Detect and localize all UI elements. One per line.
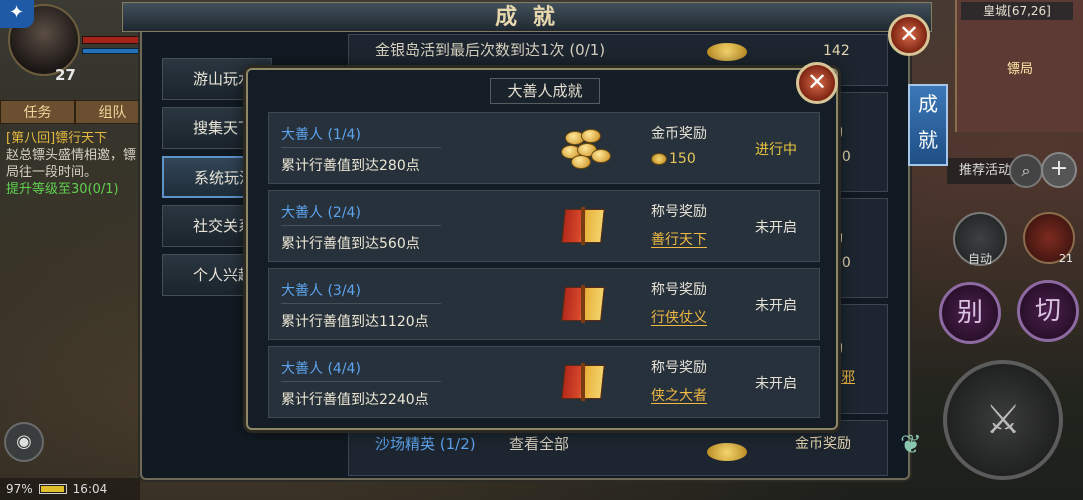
achievement-row[interactable]: 大善人 (1/4) 累计行善值到达280点 金币奖励 150 进行中 bbox=[268, 112, 820, 184]
row-divider bbox=[281, 147, 441, 148]
tab-achievement[interactable]: 成就 bbox=[908, 84, 948, 166]
coin-icon bbox=[651, 153, 667, 165]
row-divider bbox=[281, 225, 441, 226]
achievement-row[interactable]: 大善人 (2/4) 累计行善值到达560点 称号奖励 善行天下 未开启 bbox=[268, 190, 820, 262]
list-item-text: 沙场精英 (1/2) bbox=[375, 435, 476, 453]
map-location: 皇城[67,26] bbox=[961, 2, 1073, 20]
tab-team[interactable]: 组队 bbox=[75, 100, 150, 124]
mini-map[interactable]: 皇城[67,26] 镖局 bbox=[955, 0, 1083, 132]
reward-title-link[interactable]: 行侠仗义 bbox=[651, 307, 707, 327]
battery-icon bbox=[38, 484, 67, 494]
status-badge: 进行中 bbox=[755, 142, 797, 158]
plant-decoration-icon: ❦ bbox=[900, 430, 922, 460]
title-scroll-icon bbox=[559, 205, 609, 247]
achievement-name: 大善人 (2/4) bbox=[281, 205, 361, 221]
expand-plus-icon[interactable]: + bbox=[1041, 152, 1077, 188]
title-scroll-icon bbox=[559, 283, 609, 325]
achievement-row[interactable]: 大善人 (4/4) 累计行善值到达2240点 称号奖励 侠之大者 未开启 bbox=[268, 346, 820, 418]
hp-bar bbox=[82, 36, 146, 44]
status-badge: 未开启 bbox=[755, 376, 797, 392]
close-achievement-button[interactable]: ✕ bbox=[888, 14, 930, 56]
skill-button-2[interactable]: 切 bbox=[1017, 280, 1079, 342]
achievement-description: 累计行善值到达2240点 bbox=[281, 392, 429, 408]
list-item-reward: 金币奖励 bbox=[795, 436, 851, 452]
status-badge: 未开启 bbox=[755, 298, 797, 314]
reward-title-link[interactable]: 善行天下 bbox=[651, 229, 707, 249]
reward-label: 称号奖励 bbox=[651, 360, 707, 376]
view-all-button[interactable]: 查看全部 bbox=[509, 433, 569, 454]
attack-button[interactable]: ⚔ bbox=[943, 360, 1063, 480]
coin-icon bbox=[707, 443, 747, 461]
coin-icon bbox=[707, 43, 747, 61]
reward-label: 称号奖励 bbox=[651, 204, 707, 220]
camera-icon[interactable]: ◉ bbox=[4, 422, 44, 462]
reward-label: 金币奖励 bbox=[651, 126, 707, 142]
status-badge: 未开启 bbox=[755, 220, 797, 236]
achievement-name: 大善人 (4/4) bbox=[281, 361, 361, 377]
good-deeds-achievement-modal: 大善人成就 ✕ 大善人 (1/4) 累计行善值到达280点 金币奖励 150 进… bbox=[246, 62, 838, 430]
player-level: 27 bbox=[55, 66, 76, 84]
device-status-bar: 97% 16:04 bbox=[0, 478, 140, 500]
search-icon[interactable]: ⌕ bbox=[1009, 154, 1043, 188]
quest-progress: 提升等级至30(0/1) bbox=[6, 182, 119, 197]
skill-button-1[interactable]: 别 bbox=[939, 282, 1001, 344]
achievement-title: 成 就 bbox=[495, 5, 559, 30]
achievement-description: 累计行善值到达1120点 bbox=[281, 314, 429, 330]
map-marker-label: 镖局 bbox=[1006, 62, 1033, 77]
row-divider bbox=[281, 303, 441, 304]
title-scroll-icon bbox=[559, 361, 609, 403]
achievement-name: 大善人 (1/4) bbox=[281, 127, 361, 143]
tab-tasks[interactable]: 任务 bbox=[0, 100, 75, 124]
potion-count: 21 bbox=[1059, 252, 1073, 265]
quest-tracker[interactable]: [第八回]镖行天下 赵总镖头盛情相邀，镖局往一段时间。 提升等级至30(0/1) bbox=[6, 130, 146, 198]
list-item-reward: 142 bbox=[823, 43, 850, 59]
battery-percent: 97% bbox=[6, 482, 33, 496]
achievement-description: 累计行善值到达280点 bbox=[281, 158, 420, 174]
achievement-description: 累计行善值到达560点 bbox=[281, 236, 420, 252]
clock: 16:04 bbox=[72, 482, 108, 496]
auto-battle-button[interactable]: 自动 bbox=[953, 212, 1007, 266]
row-divider bbox=[281, 381, 441, 382]
modal-title: 大善人成就 bbox=[490, 78, 600, 104]
reward-value: 150 bbox=[669, 151, 696, 167]
reward-label: 称号奖励 bbox=[651, 282, 707, 298]
achievement-name: 大善人 (3/4) bbox=[281, 283, 361, 299]
gold-coins-icon bbox=[559, 127, 613, 171]
quest-title: [第八回]镖行天下 bbox=[6, 131, 108, 146]
achievement-titlebar: 成 就 bbox=[122, 2, 932, 32]
app-logo-icon: ✦ bbox=[0, 0, 34, 28]
list-item-text: 金银岛活到最后次数到达1次 (0/1) bbox=[375, 41, 606, 59]
task-tabs: 任务 组队 bbox=[0, 100, 150, 124]
achievement-row[interactable]: 大善人 (3/4) 累计行善值到达1120点 称号奖励 行侠仗义 未开启 bbox=[268, 268, 820, 340]
mp-bar bbox=[82, 48, 146, 54]
quest-description: 赵总镖头盛情相邀，镖局往一段时间。 bbox=[6, 148, 137, 180]
reward-title-link[interactable]: 侠之大者 bbox=[651, 385, 707, 405]
close-modal-button[interactable]: ✕ bbox=[796, 62, 838, 104]
